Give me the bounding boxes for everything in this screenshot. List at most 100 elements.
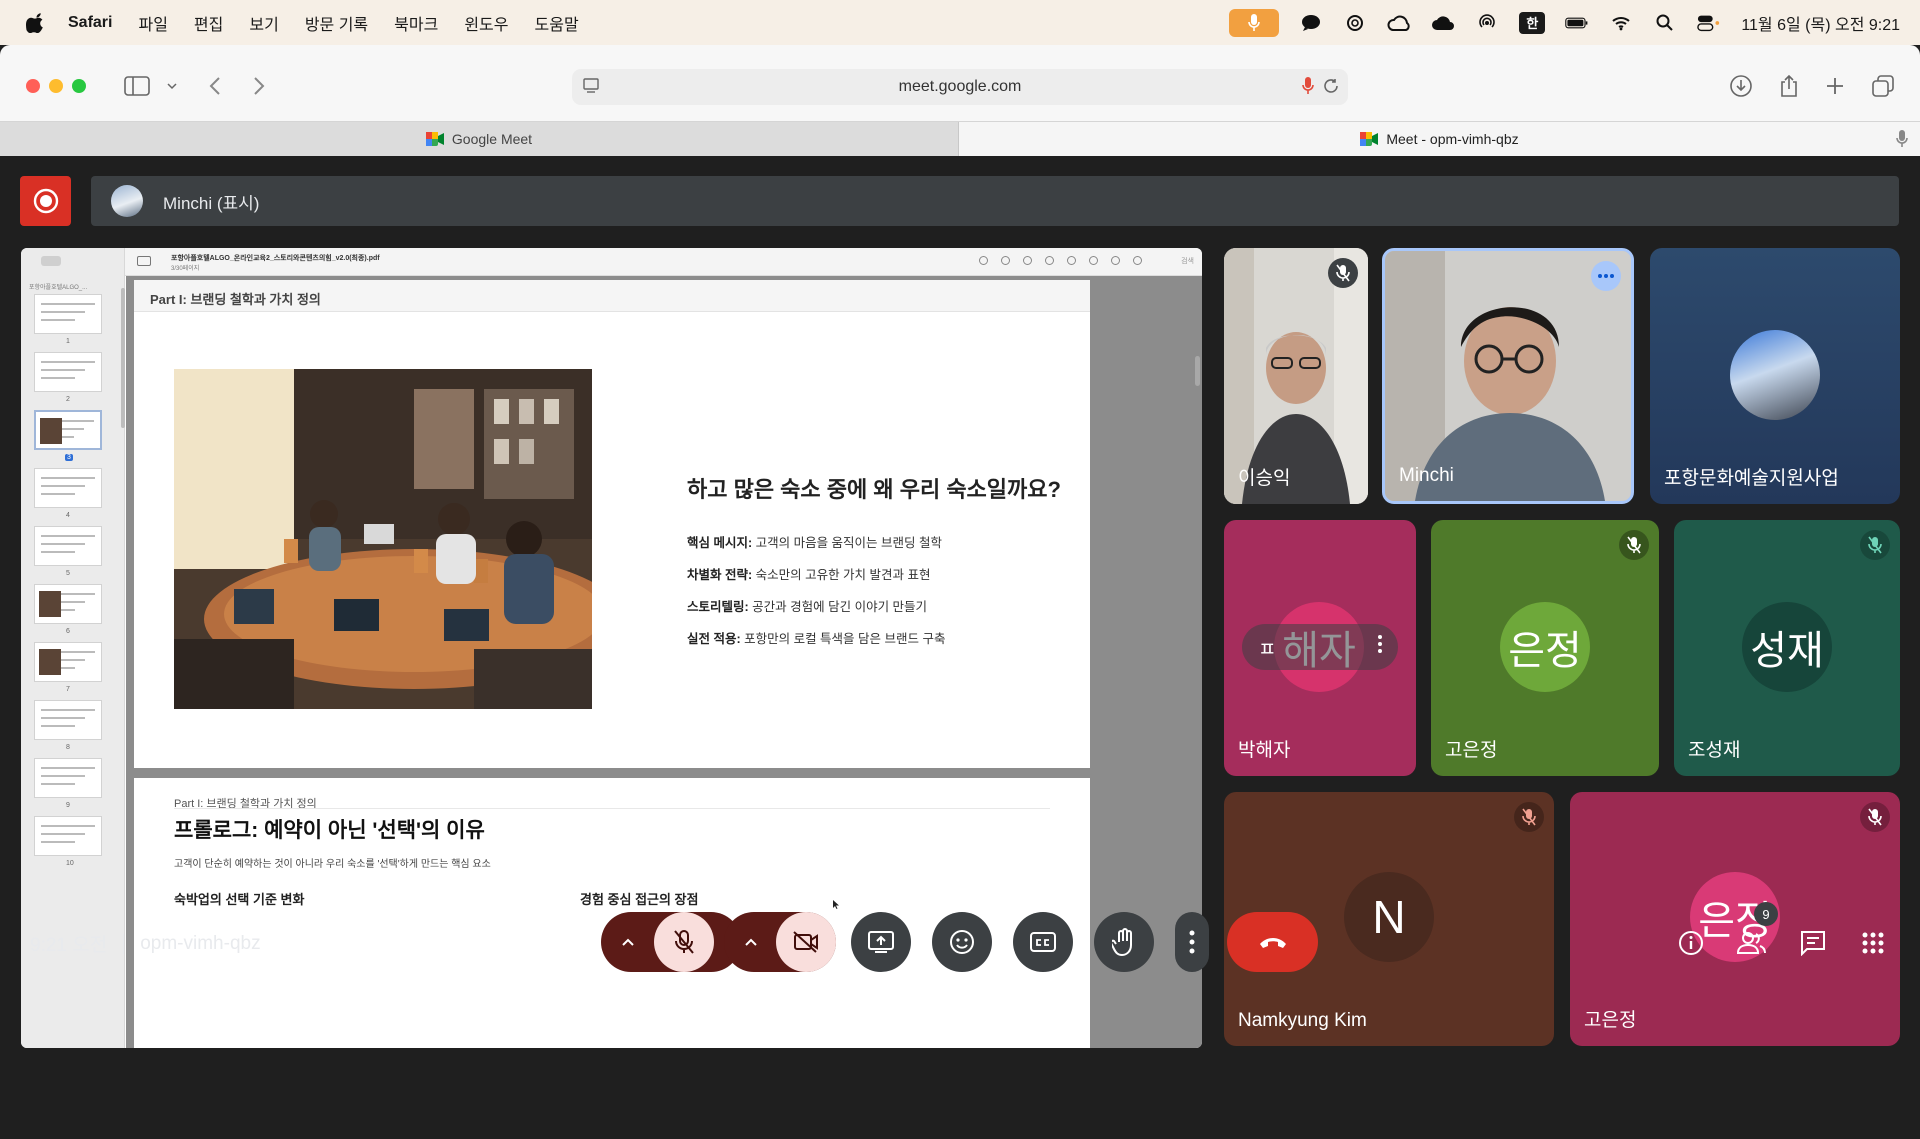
- pdf-page-thumbnail[interactable]: [34, 526, 102, 566]
- messages-icon[interactable]: [1299, 11, 1323, 35]
- presenter-label: Minchi (표시): [163, 193, 260, 213]
- pdf-page-thumbnail[interactable]: [34, 700, 102, 740]
- participant-tile[interactable]: 은정 고은정: [1431, 520, 1659, 776]
- participant-count-badge: 9: [1754, 902, 1778, 926]
- downloads-icon[interactable]: [1726, 71, 1756, 101]
- apple-icon[interactable]: [26, 12, 46, 33]
- participant-tile-active-speaker[interactable]: Minchi: [1382, 248, 1634, 504]
- present-screen-button[interactable]: [851, 912, 911, 972]
- zoom-in-icon[interactable]: [1023, 256, 1032, 265]
- airdrop-icon[interactable]: [1475, 11, 1499, 35]
- pdf-page-thumbnail[interactable]: [34, 468, 102, 508]
- share-icon[interactable]: [1045, 256, 1054, 265]
- creative-cloud-icon[interactable]: [1387, 11, 1411, 35]
- recording-button[interactable]: [20, 176, 71, 226]
- participant-tile[interactable]: 이승익: [1224, 248, 1368, 504]
- pdf-page-thumbnail[interactable]: [34, 642, 102, 682]
- pdf-page-thumbnail[interactable]: [34, 758, 102, 798]
- camera-options-chevron-icon[interactable]: [744, 934, 758, 952]
- reload-icon[interactable]: [1322, 77, 1340, 100]
- mic-icon[interactable]: [1302, 77, 1314, 100]
- activities-grid-icon[interactable]: [1856, 926, 1890, 960]
- markup-icon[interactable]: [1067, 256, 1076, 265]
- more-options-button[interactable]: [1175, 912, 1209, 972]
- leave-call-button[interactable]: [1227, 912, 1318, 972]
- battery-icon[interactable]: [1565, 11, 1589, 35]
- mic-options-chevron-icon[interactable]: [621, 934, 635, 952]
- sidebar-toggle-icon[interactable]: [122, 71, 152, 101]
- pdf-sidebar-icon[interactable]: [137, 256, 151, 266]
- pdf-page-thumbnail[interactable]: [34, 294, 102, 334]
- participant-tile[interactable]: 은정 고은정: [1570, 792, 1900, 1046]
- meeting-code[interactable]: opm-vimh-qbz: [140, 933, 260, 955]
- menubar-clock[interactable]: 11월 6일 (목) 오전 9:21: [1741, 11, 1900, 35]
- info-icon[interactable]: [979, 256, 988, 265]
- forward-button[interactable]: [244, 71, 274, 101]
- more-options-icon[interactable]: [1591, 261, 1621, 291]
- chevron-down-icon[interactable]: [157, 71, 187, 101]
- form-icon[interactable]: [1133, 256, 1142, 265]
- pdf-search-field[interactable]: 검색: [1181, 256, 1194, 266]
- new-tab-icon[interactable]: [1820, 71, 1850, 101]
- zoom-out-icon[interactable]: [1001, 256, 1010, 265]
- participant-tile[interactable]: 해자 ㅍ 박해자: [1224, 520, 1416, 776]
- participant-avatar: [1730, 330, 1820, 420]
- sidebar-scrollbar[interactable]: [121, 288, 125, 428]
- menu-window[interactable]: 윈도우: [464, 11, 508, 35]
- wifi-icon[interactable]: [1609, 11, 1633, 35]
- pdf-page: Part I: 브랜딩 철학과 가치 정의 하고 많은 숙소 중에 왜 우리 숙…: [134, 280, 1090, 768]
- minimize-window-button[interactable]: [49, 79, 63, 93]
- people-icon[interactable]: [1735, 926, 1769, 960]
- menu-view[interactable]: 보기: [249, 11, 278, 35]
- mic-in-use-icon[interactable]: [1229, 8, 1280, 37]
- chat-icon[interactable]: [1796, 926, 1830, 960]
- rotate-icon[interactable]: [1089, 256, 1098, 265]
- raise-hand-button[interactable]: [1094, 912, 1154, 972]
- captions-button[interactable]: [1013, 912, 1073, 972]
- share-icon[interactable]: [1774, 71, 1804, 101]
- zoom-window-button[interactable]: [72, 79, 86, 93]
- meeting-details-icon[interactable]: [1674, 926, 1708, 960]
- safari-toolbar: meet.google.com: [0, 45, 1920, 121]
- menu-safari[interactable]: Safari: [68, 14, 112, 32]
- back-button[interactable]: [200, 71, 230, 101]
- address-bar[interactable]: meet.google.com: [572, 69, 1348, 105]
- input-source-indicator[interactable]: 한: [1519, 11, 1546, 34]
- reactions-button[interactable]: [932, 912, 992, 972]
- annotate-icon[interactable]: [1111, 256, 1120, 265]
- sidebar-toggle-icon[interactable]: [41, 256, 61, 266]
- participant-name: 고은정: [1445, 740, 1498, 761]
- menu-bookmarks[interactable]: 북마크: [394, 11, 438, 35]
- menu-history[interactable]: 방문 기록: [305, 11, 368, 35]
- pdf-page-thumbnail[interactable]: [34, 352, 102, 392]
- menu-edit[interactable]: 편집: [194, 11, 223, 35]
- tab-google-meet[interactable]: Google Meet: [0, 122, 959, 156]
- closed-captions-icon: [1030, 932, 1056, 952]
- spotlight-search-icon[interactable]: [1653, 11, 1677, 35]
- close-window-button[interactable]: [26, 79, 40, 93]
- control-center-icon[interactable]: [1697, 11, 1721, 35]
- tab-meet-call[interactable]: Meet - opm-vimh-qbz: [959, 122, 1920, 156]
- participant-tile[interactable]: 포항문화예술지원사업: [1650, 248, 1900, 504]
- presenter-bar[interactable]: Minchi (표시): [91, 176, 1899, 226]
- tab-audio-icon[interactable]: [1896, 130, 1908, 151]
- tab-bar: Google Meet Meet - opm-vimh-qbz: [0, 121, 1920, 156]
- pin-icon[interactable]: ㅍ: [1258, 633, 1276, 662]
- participant-tile[interactable]: 성재 조성재: [1674, 520, 1900, 776]
- menu-help[interactable]: 도움말: [535, 11, 579, 35]
- mute-mic-button[interactable]: [654, 912, 714, 972]
- pdf-page-thumbnail[interactable]: [34, 584, 102, 624]
- tile-hover-controls[interactable]: ㅍ: [1242, 624, 1398, 670]
- muted-mic-icon: [1619, 530, 1649, 560]
- pdf-scrollbar[interactable]: [1195, 356, 1200, 386]
- more-options-icon[interactable]: [1378, 635, 1382, 659]
- pdf-page-thumbnail[interactable]: [34, 410, 102, 450]
- icloud-icon[interactable]: [1431, 11, 1455, 35]
- camera-toggle-button[interactable]: [776, 912, 836, 972]
- thumbnail-page-number: 2: [66, 396, 70, 403]
- tab-overview-icon[interactable]: [1868, 71, 1898, 101]
- pdf-page-thumbnail[interactable]: [34, 816, 102, 856]
- menu-file[interactable]: 파일: [138, 11, 167, 35]
- chatgpt-icon[interactable]: [1343, 11, 1367, 35]
- page-menu-icon[interactable]: [582, 77, 600, 100]
